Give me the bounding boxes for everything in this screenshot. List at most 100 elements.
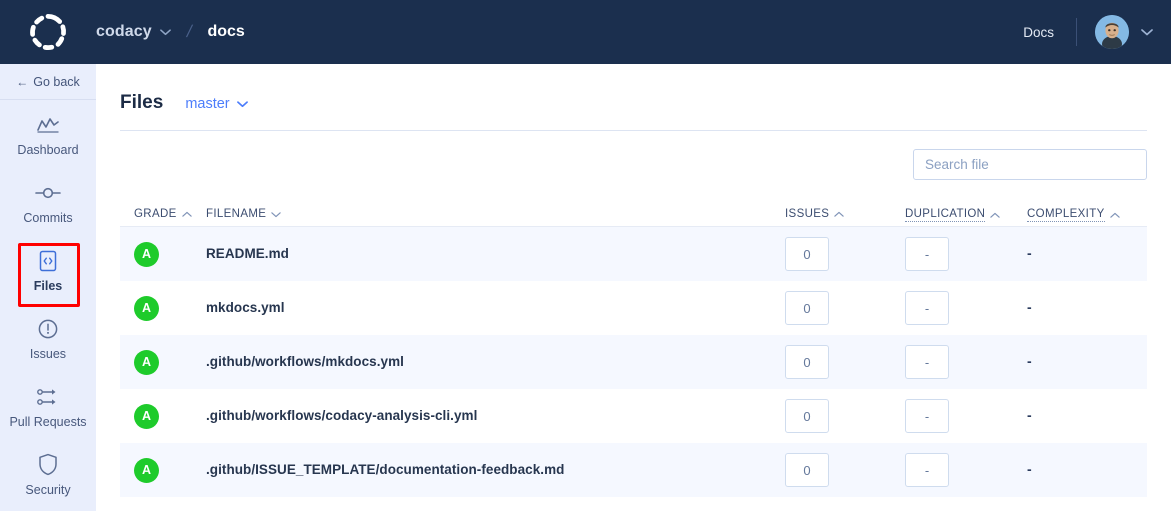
duplication-cell: - (905, 453, 1027, 487)
file-link[interactable]: mkdocs.yml (206, 300, 285, 315)
filename-cell: .github/workflows/mkdocs.yml (192, 353, 785, 371)
column-header-duplication[interactable]: DUPLICATION (905, 208, 1001, 222)
issues-cell: 0 (785, 345, 905, 379)
duplication-value[interactable]: - (905, 453, 949, 487)
avatar[interactable] (1095, 15, 1129, 49)
complexity-cell: - (1027, 299, 1147, 317)
column-header-complexity[interactable]: COMPLEXITY (1027, 208, 1120, 222)
issues-value[interactable]: 0 (785, 453, 829, 487)
alert-circle-icon (37, 316, 59, 342)
branch-selector[interactable]: master (185, 96, 248, 112)
issues-cell: 0 (785, 291, 905, 325)
status-badge: A (134, 295, 159, 321)
table-row[interactable]: A README.md 0 - - (120, 227, 1147, 281)
complexity-value: - (1027, 353, 1032, 369)
column-header-label: COMPLEXITY (1027, 208, 1105, 222)
complexity-cell: - (1027, 461, 1147, 479)
topbar-right-group: Docs (1019, 0, 1171, 64)
file-link[interactable]: README.md (206, 246, 289, 261)
filename-cell: .github/workflows/codacy-analysis-cli.ym… (192, 407, 785, 425)
search-input[interactable] (913, 149, 1147, 180)
chevron-up-icon (181, 211, 192, 218)
column-header-grade[interactable]: GRADE (134, 208, 192, 220)
topbar-divider (1076, 18, 1077, 46)
sidebar-item-security[interactable]: Security (0, 440, 96, 508)
status-badge: A (134, 241, 159, 267)
issues-cell: 0 (785, 453, 905, 487)
grade-cell: A (120, 403, 192, 429)
sidebar-item-label: Issues (29, 346, 67, 361)
complexity-value: - (1027, 407, 1032, 423)
column-header-label: ISSUES (785, 208, 830, 220)
table-row[interactable]: A mkdocs.yml 0 - - (120, 281, 1147, 335)
table-header-row: GRADE FILENAME ISSUES DUPLICATION COMPLE… (120, 200, 1147, 227)
grade-cell: A (120, 457, 192, 483)
page-title: Files (120, 92, 164, 113)
shield-icon (38, 452, 58, 478)
page-header: Files master (96, 64, 1171, 114)
docs-link[interactable]: Docs (1019, 25, 1058, 40)
duplication-value[interactable]: - (905, 399, 949, 433)
branch-label: master (185, 96, 230, 112)
sidebar-item-issues[interactable]: Issues (0, 304, 96, 372)
issues-value[interactable]: 0 (785, 399, 829, 433)
duplication-value[interactable]: - (905, 237, 949, 271)
chevron-down-icon[interactable] (1141, 28, 1153, 36)
chevron-down-icon[interactable] (159, 28, 171, 36)
top-navigation-bar: codacy / docs Docs (0, 0, 1171, 64)
column-header-filename[interactable]: FILENAME (206, 208, 282, 220)
chevron-down-icon (271, 211, 282, 218)
complexity-value: - (1027, 299, 1032, 315)
table-row[interactable]: A .github/ISSUE_TEMPLATE/documentation-f… (120, 443, 1147, 497)
search-row (96, 131, 1171, 180)
column-header-label: DUPLICATION (905, 208, 986, 222)
column-header-grade-cell: GRADE (120, 204, 192, 222)
chevron-up-icon (1109, 212, 1120, 219)
issues-value[interactable]: 0 (785, 237, 829, 271)
grade-cell: A (120, 349, 192, 375)
column-header-issues[interactable]: ISSUES (785, 208, 845, 220)
chevron-up-icon (990, 212, 1001, 219)
duplication-cell: - (905, 291, 1027, 325)
breadcrumb-repository[interactable]: docs (207, 23, 244, 41)
filename-cell: .github/ISSUE_TEMPLATE/documentation-fee… (192, 461, 785, 479)
table-row[interactable]: A .github/workflows/codacy-analysis-cli.… (120, 389, 1147, 443)
issues-cell: 0 (785, 399, 905, 433)
status-badge: A (134, 349, 159, 375)
column-header-label: GRADE (134, 208, 177, 220)
breadcrumb-organization[interactable]: codacy (96, 23, 152, 41)
sidebar-item-dashboard[interactable]: Dashboard (0, 100, 96, 168)
chevron-up-icon (834, 211, 845, 218)
chevron-down-icon (236, 100, 248, 108)
duplication-cell: - (905, 345, 1027, 379)
column-header-complexity-cell: COMPLEXITY (1027, 204, 1147, 222)
sidebar-item-files[interactable]: Files (0, 236, 96, 304)
complexity-value: - (1027, 461, 1032, 477)
sidebar-item-commits[interactable]: Commits (0, 168, 96, 236)
sidebar-item-label: Dashboard (17, 142, 79, 157)
file-link[interactable]: .github/workflows/mkdocs.yml (206, 354, 404, 369)
complexity-cell: - (1027, 407, 1147, 425)
file-link[interactable]: .github/ISSUE_TEMPLATE/documentation-fee… (206, 462, 564, 477)
complexity-cell: - (1027, 353, 1147, 371)
grade-cell: A (120, 295, 192, 321)
sidebar-item-label: Commits (23, 210, 73, 225)
complexity-cell: - (1027, 245, 1147, 263)
sidebar-item-label: Files (33, 278, 63, 293)
chart-line-icon (36, 112, 60, 138)
breadcrumb-separator: / (184, 22, 194, 41)
duplication-value[interactable]: - (905, 345, 949, 379)
file-link[interactable]: .github/workflows/codacy-analysis-cli.ym… (206, 408, 477, 423)
duplication-value[interactable]: - (905, 291, 949, 325)
filename-cell: README.md (192, 245, 785, 263)
status-badge: A (134, 457, 159, 483)
table-row[interactable]: A .github/workflows/mkdocs.yml 0 - - (120, 335, 1147, 389)
go-back-button[interactable]: ← Go back (0, 64, 96, 100)
duplication-cell: - (905, 399, 1027, 433)
issues-value[interactable]: 0 (785, 345, 829, 379)
issues-value[interactable]: 0 (785, 291, 829, 325)
codacy-logo-button[interactable] (0, 0, 96, 64)
codacy-logo-icon (29, 13, 67, 51)
go-back-label: Go back (33, 74, 80, 89)
sidebar-item-pull-requests[interactable]: Pull Requests (0, 372, 96, 440)
